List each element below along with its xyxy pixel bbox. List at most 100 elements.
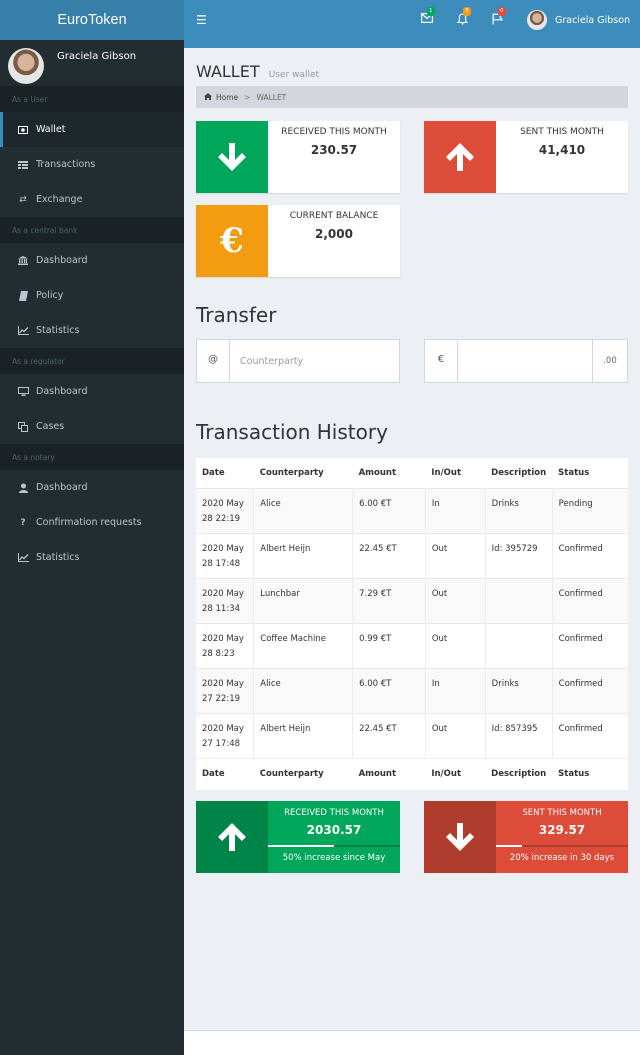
sidebar-item-transactions[interactable]: Transactions — [0, 147, 184, 182]
cell-inout: Out — [425, 713, 486, 759]
flag-icon[interactable]: 0 — [492, 7, 506, 28]
notifications-icon[interactable]: 3 — [456, 7, 471, 28]
column-header[interactable]: Amount — [352, 457, 426, 489]
column-header[interactable]: Description — [485, 758, 553, 790]
sidebar-section-header: As a User — [0, 86, 184, 112]
column-header[interactable]: Date — [196, 758, 254, 790]
sidebar-item-policy[interactable]: Policy — [0, 278, 184, 313]
sidebar-item-cases[interactable]: Cases — [0, 409, 184, 444]
cell-status: Confirmed — [552, 533, 628, 579]
breadcrumb-current: WALLET — [256, 92, 287, 102]
user-panel: Graciela Gibson — [0, 40, 184, 86]
table-icon — [17, 160, 29, 169]
transaction-history-table: Date Counterparty Amount In/Out Description S… — [196, 457, 628, 790]
table-row[interactable]: 2020 May 27 22:19 Alice 6.00 €T In Drinks Con… — [196, 668, 628, 714]
sidebar-item-statistics[interactable]: Statistics — [0, 540, 184, 575]
page-title: WALLET User wallet — [196, 62, 319, 81]
sidebar-item-dashboard[interactable]: Dashboard — [0, 374, 184, 409]
sidebar-item-label: Statistics — [36, 325, 80, 336]
balance-value: 2,000 — [315, 227, 353, 241]
at-sign-addon: @ — [197, 340, 230, 382]
received-stat-description: 50% increase since May — [282, 853, 386, 863]
column-header[interactable]: Date — [196, 457, 254, 489]
column-header[interactable]: Counterparty — [253, 758, 353, 790]
cell-status: Confirmed — [552, 578, 628, 624]
column-header[interactable]: In/Out — [425, 457, 486, 489]
history-title: Transaction History — [196, 420, 388, 444]
sidebar-section-header: As a central bank — [0, 217, 184, 243]
arrow-up-icon — [424, 121, 496, 193]
main-content: WALLET User wallet Home > WALLET RECEIVE… — [184, 48, 640, 1030]
euro-icon: € — [196, 205, 268, 277]
user-menu[interactable]: Graciela Gibson — [527, 10, 630, 30]
sidebar-item-statistics[interactable]: Statistics — [0, 313, 184, 348]
received-value: 230.57 — [310, 143, 358, 157]
table-row[interactable]: 2020 May 27 17:48 Albert Heijn 22.45 €T Out… — [196, 713, 628, 759]
table-row[interactable]: 2020 May 28 22:19 Alice 6.00 €T In Drinks Pen… — [196, 488, 628, 534]
page-subtitle: User wallet — [268, 70, 320, 80]
received-stat-label: RECEIVED THIS MONTH — [284, 808, 384, 818]
received-progress-fill — [268, 845, 334, 847]
table-row[interactable]: 2020 May 28 11:34 Lunchbar 7.29 €T Out Confi… — [196, 578, 628, 624]
column-header[interactable]: Status — [552, 457, 628, 489]
column-header[interactable]: In/Out — [425, 758, 486, 790]
cell-status: Pending — [552, 488, 628, 534]
cell-counterparty: Coffee Machine — [253, 623, 354, 669]
sidebar-toggle-icon[interactable]: ☰ — [196, 13, 207, 27]
sidebar-item-dashboard[interactable]: Dashboard — [0, 470, 184, 505]
notifications-count-badge: 3 — [463, 7, 471, 16]
sent-progress-bar — [496, 845, 628, 847]
desktop-icon — [17, 387, 29, 396]
column-header[interactable]: Status — [552, 758, 628, 790]
sidebar: EuroToken Graciela Gibson As a User Walle… — [0, 0, 184, 1055]
sidebar-item-label: Exchange — [36, 194, 83, 205]
sidebar-section-header: As a regulator — [0, 348, 184, 374]
book-icon — [17, 290, 29, 301]
table-body: 2020 May 28 22:19 Alice 6.00 €T In Drinks Pen… — [196, 488, 628, 759]
page-title-text: WALLET — [196, 62, 260, 81]
arrow-up-icon — [196, 801, 268, 873]
sidebar-item-confirmation-requests[interactable]: ? Confirmation requests — [0, 505, 184, 540]
euro-addon: € — [425, 340, 458, 382]
sidebar-item-label: Policy — [36, 290, 64, 301]
cell-amount: 22.45 €T — [352, 533, 426, 579]
cell-amount: 6.00 €T — [352, 488, 426, 534]
sidebar-item-exchange[interactable]: ⇄ Exchange — [0, 182, 184, 217]
amount-input[interactable] — [458, 340, 594, 382]
arrow-down-icon — [196, 121, 268, 193]
cell-date: 2020 May 28 17:48 — [196, 533, 255, 579]
user-menu-name: Graciela Gibson — [555, 14, 631, 26]
column-header[interactable]: Amount — [352, 758, 426, 790]
app-logo[interactable]: EuroToken — [0, 0, 184, 40]
sidebar-item-wallet[interactable]: Wallet — [0, 112, 184, 147]
cell-counterparty: Albert Heijn — [253, 533, 354, 579]
cell-inout: Out — [425, 578, 486, 624]
sent-stat-description: 20% increase in 30 days — [509, 853, 615, 863]
table-row[interactable]: 2020 May 28 17:48 Albert Heijn 22.45 €T Out… — [196, 533, 628, 579]
cell-inout: In — [425, 488, 486, 534]
cell-status: Confirmed — [552, 623, 628, 669]
sent-label: SENT THIS MONTH — [520, 127, 604, 137]
received-progress-bar — [268, 845, 400, 847]
cell-description: Drinks — [485, 668, 553, 714]
breadcrumb-separator: > — [244, 92, 251, 102]
received-info-box: RECEIVED THIS MONTH 230.57 — [196, 121, 400, 193]
user-panel-name: Graciela Gibson — [57, 51, 137, 62]
received-stat-value: 2030.57 — [306, 823, 362, 837]
column-header[interactable]: Description — [485, 457, 553, 489]
column-header[interactable]: Counterparty — [253, 457, 353, 489]
messages-icon[interactable]: 1 — [421, 7, 435, 26]
cell-date: 2020 May 27 22:19 — [196, 668, 255, 714]
table-row[interactable]: 2020 May 28 8:23 Coffee Machine 0.99 €T Out… — [196, 623, 628, 669]
breadcrumb-home-link[interactable]: Home — [216, 93, 238, 102]
cell-inout: Out — [425, 623, 486, 669]
avatar — [527, 10, 547, 30]
cell-date: 2020 May 28 11:34 — [196, 578, 255, 624]
cell-counterparty: Lunchbar — [253, 578, 354, 624]
question-icon: ? — [20, 517, 26, 528]
cell-date: 2020 May 28 8:23 — [196, 623, 255, 669]
sent-info-box: SENT THIS MONTH 41,410 — [424, 121, 628, 193]
cell-amount: 22.45 €T — [352, 713, 426, 759]
counterparty-input[interactable] — [230, 340, 399, 382]
sidebar-item-dashboard[interactable]: Dashboard — [0, 243, 184, 278]
